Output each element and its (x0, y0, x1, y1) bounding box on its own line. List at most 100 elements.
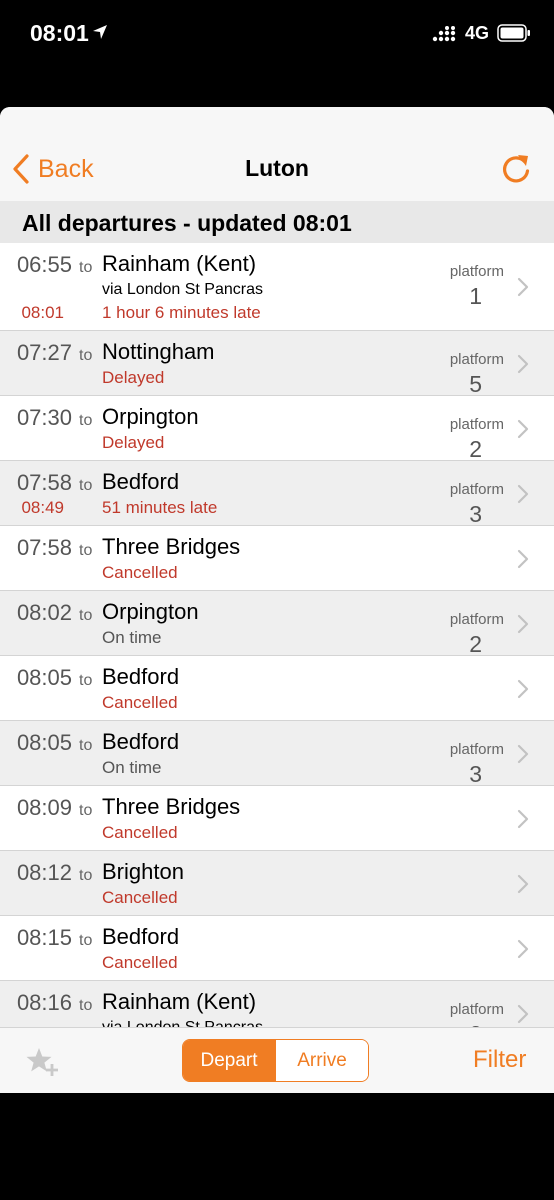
destination: Rainham (Kent) (102, 989, 257, 1014)
status-text: Cancelled (102, 563, 178, 582)
departures-list[interactable]: 06:55 to Rainham (Kent) via London St Pancr… (0, 243, 554, 1027)
destination: Three Bridges (102, 534, 241, 559)
chevron-right-icon (517, 419, 529, 439)
departure-row[interactable]: 07:27 to Nottingham Delayed platform 5 (0, 331, 554, 397)
section-header-text: All departures - updated 08:01 (22, 210, 352, 236)
refresh-icon[interactable] (500, 152, 532, 191)
network-type: 4G (465, 23, 490, 43)
to-label: to (79, 867, 93, 884)
status-text: Cancelled (102, 888, 178, 907)
departure-row[interactable]: 08:09 to Three Bridges Cancelled (0, 786, 554, 851)
chevron-right-icon (517, 354, 529, 374)
add-favourite-star-icon[interactable] (25, 1046, 59, 1083)
departure-time: 07:58 (16, 535, 72, 560)
battery-icon (497, 24, 531, 47)
chevron-right-icon (517, 1004, 529, 1024)
depart-tab[interactable]: Depart (183, 1040, 275, 1081)
arrive-tab[interactable]: Arrive (275, 1040, 368, 1081)
to-label: to (79, 412, 93, 429)
platform-number: 2 (469, 631, 482, 657)
status-text: Delayed (102, 368, 165, 387)
to-label: to (79, 932, 93, 949)
departures-sheet: Back Luton All departures - updated 08:0… (0, 107, 554, 1093)
location-arrow-icon (92, 24, 108, 45)
chevron-right-icon (517, 939, 529, 959)
platform-label: platform (449, 481, 504, 498)
status-text: Cancelled (102, 953, 178, 972)
departure-time: 08:15 (16, 925, 72, 950)
to-label: to (79, 607, 93, 624)
departure-row[interactable]: 06:55 to Rainham (Kent) via London St Pancr… (0, 243, 554, 331)
departure-time: 08:05 (16, 730, 72, 755)
departure-row[interactable]: 08:12 to Brighton Cancelled (0, 851, 554, 916)
via-label: via London St Pancras (102, 281, 263, 298)
departure-row[interactable]: 08:05 to Bedford Cancelled (0, 656, 554, 721)
platform-label: platform (449, 611, 504, 628)
platform-label: platform (449, 416, 504, 433)
platform-label: platform (449, 1001, 504, 1018)
status-text: On time (102, 758, 162, 777)
departure-time: 08:16 (16, 990, 72, 1015)
section-header: All departures - updated 08:01 (0, 201, 554, 243)
page-title: Luton (245, 155, 309, 181)
destination: Bedford (102, 729, 180, 754)
departure-row[interactable]: 08:15 to Bedford Cancelled (0, 916, 554, 981)
expected-time: 08:01 (21, 303, 64, 322)
platform-number: 3 (469, 761, 482, 787)
signal-strength-icon (432, 26, 458, 47)
departure-row[interactable]: 08:05 to Bedford On time platform 3 (0, 721, 554, 787)
platform-number: 5 (469, 371, 482, 397)
status-text: 51 minutes late (102, 498, 218, 517)
via-label: via London St Pancras (102, 1019, 263, 1027)
destination: Three Bridges (102, 794, 241, 819)
destination: Brighton (102, 859, 184, 884)
status-text: Cancelled (102, 693, 178, 712)
departure-time: 08:12 (16, 860, 72, 885)
departure-time: 07:30 (16, 405, 72, 430)
destination: Orpington (102, 404, 199, 429)
depart-arrive-toggle: Depart Arrive (182, 1039, 369, 1082)
status-text: Cancelled (102, 823, 178, 842)
chevron-right-icon (517, 484, 529, 504)
tab-bar: Depart Arrive Filter (0, 1027, 554, 1093)
departure-row[interactable]: 07:58 to Three Bridges Cancelled (0, 526, 554, 591)
filter-button[interactable]: Filter (473, 1046, 526, 1074)
departure-row[interactable]: 08:16 to Rainham (Kent) via London St Pancr… (0, 981, 554, 1027)
to-label: to (79, 542, 93, 559)
departure-time: 07:27 (16, 340, 72, 365)
to-label: to (79, 347, 93, 364)
navigation-bar: Back Luton (0, 107, 554, 201)
platform-number: 2 (469, 436, 482, 462)
to-label: to (79, 737, 93, 754)
destination: Rainham (Kent) (102, 251, 257, 276)
departure-time: 07:58 (16, 470, 72, 495)
platform-label: platform (449, 263, 504, 280)
status-text: Delayed (102, 433, 165, 452)
departure-row[interactable]: 07:58 to Bedford 08:49 51 minutes late platfo… (0, 461, 554, 527)
chevron-right-icon (517, 809, 529, 829)
chevron-right-icon (517, 549, 529, 569)
chevron-right-icon (517, 874, 529, 894)
destination: Nottingham (102, 339, 215, 364)
platform-number: 3 (469, 501, 482, 527)
destination: Orpington (102, 599, 199, 624)
status-text: On time (102, 628, 162, 647)
departure-row[interactable]: 08:02 to Orpington On time platform 2 (0, 591, 554, 657)
to-label: to (79, 477, 93, 494)
platform-label: platform (449, 741, 504, 758)
status-time: 08:01 (30, 20, 89, 46)
platform-number: 1 (469, 283, 482, 309)
departure-time: 08:05 (16, 665, 72, 690)
expected-time: 08:49 (21, 498, 64, 517)
to-label: to (79, 802, 93, 819)
destination: Bedford (102, 469, 180, 494)
chevron-right-icon (517, 744, 529, 764)
departure-time: 06:55 (16, 252, 72, 277)
to-label: to (79, 259, 93, 276)
to-label: to (79, 997, 93, 1014)
chevron-right-icon (517, 679, 529, 699)
departure-row[interactable]: 07:30 to Orpington Delayed platform 2 (0, 396, 554, 462)
status-text: 1 hour 6 minutes late (102, 303, 261, 322)
departure-time: 08:09 (16, 795, 72, 820)
destination: Bedford (102, 664, 180, 689)
